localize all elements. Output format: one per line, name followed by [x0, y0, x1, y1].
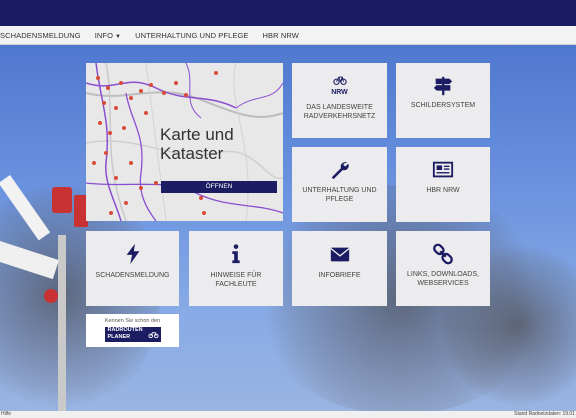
landesweite-radverkehrsnetz-tile[interactable]: NRW DAS LANDESWEITE RADVERKEHRSNETZ: [292, 63, 387, 138]
bicycle-icon: [332, 76, 347, 85]
hinweise-line2: FACHLEUTE: [215, 281, 257, 288]
schildersystem-label: SCHILDERSYSTEM: [410, 102, 476, 109]
top-header-bar: [0, 0, 576, 26]
links-line2: WEBSERVICES: [417, 280, 469, 287]
lightning-icon: [126, 243, 139, 265]
route-35-sign: [52, 187, 72, 213]
landesweite-line2: RADVERKEHRSNETZ: [303, 113, 376, 120]
hinweise-fuer-fachleute-tile[interactable]: HINWEISE FÜR FACHLEUTE: [189, 231, 283, 306]
data-status-text: Stand Radnetzdaten: 19.01: [514, 411, 575, 417]
signpost-icon: [433, 76, 453, 96]
route-66-sign: [44, 289, 58, 303]
nav-unterhaltung-und-pflege[interactable]: UNTERHALTUNG UND PFLEGE: [135, 31, 248, 40]
infobriefe-tile[interactable]: INFOBRIEFE: [292, 231, 387, 306]
nrw-label: NRW: [331, 89, 348, 96]
unterhaltung-line2: PFLEGE: [325, 196, 354, 203]
schadensmeldung-label: SCHADENSMELDUNG: [95, 272, 170, 279]
wrench-icon: [331, 162, 349, 180]
radroutenplaner-logo: RADROUTEN PLANER: [104, 327, 161, 342]
street-sign-pole: [58, 235, 66, 411]
caret-down-icon: ▼: [115, 33, 122, 40]
link-icon: [433, 243, 453, 265]
document-icon: [432, 161, 454, 178]
links-line1: LINKS, DOWNLOADS,: [407, 271, 479, 278]
info-icon: [232, 244, 240, 264]
links-downloads-webservices-tile[interactable]: LINKS, DOWNLOADS, WEBSERVICES: [396, 231, 490, 306]
schadensmeldung-tile[interactable]: SCHADENSMELDUNG: [86, 231, 179, 306]
schildersystem-tile[interactable]: SCHILDERSYSTEM: [396, 63, 490, 138]
map-title-line1: Karte und: [160, 125, 234, 144]
unterhaltung-und-pflege-tile[interactable]: UNTERHALTUNG UND PFLEGE: [292, 147, 387, 222]
hbr-label: HBR NRW: [426, 187, 460, 194]
radroutenplaner-prompt: Kennen Sie schon den: [104, 318, 161, 324]
unterhaltung-line1: UNTERHALTUNG UND: [302, 187, 377, 194]
infobriefe-label: INFOBRIEFE: [318, 272, 361, 279]
envelope-icon: [329, 247, 350, 262]
help-link[interactable]: Hilfe: [1, 411, 11, 417]
nav-schadensmeldung[interactable]: SCHADENSMELDUNG: [0, 31, 81, 40]
main-navigation: SCHADENSMELDUNG INFO ▼ UNTERHALTUNG UND P…: [0, 26, 576, 45]
map-title: Karte und Kataster: [160, 125, 234, 163]
hinweise-line1: HINWEISE FÜR: [210, 272, 262, 279]
karte-und-kataster-tile[interactable]: Karte und Kataster ÖFFNEN: [86, 63, 283, 221]
landesweite-line1: DAS LANDESWEITE: [306, 104, 373, 111]
bicycle-icon: [147, 332, 159, 339]
status-bar: Hilfe Stand Radnetzdaten: 19.01: [0, 411, 576, 418]
map-title-line2: Kataster: [160, 144, 224, 163]
nav-info[interactable]: INFO ▼: [95, 31, 121, 40]
open-map-button[interactable]: ÖFFNEN: [161, 181, 277, 193]
hbr-nrw-tile[interactable]: HBR NRW: [396, 147, 490, 222]
nav-hbr-nrw[interactable]: HBR NRW: [263, 31, 299, 40]
nav-info-label: INFO: [94, 30, 114, 40]
radroutenplaner-banner[interactable]: Kennen Sie schon den RADROUTEN PLANER: [86, 314, 179, 347]
